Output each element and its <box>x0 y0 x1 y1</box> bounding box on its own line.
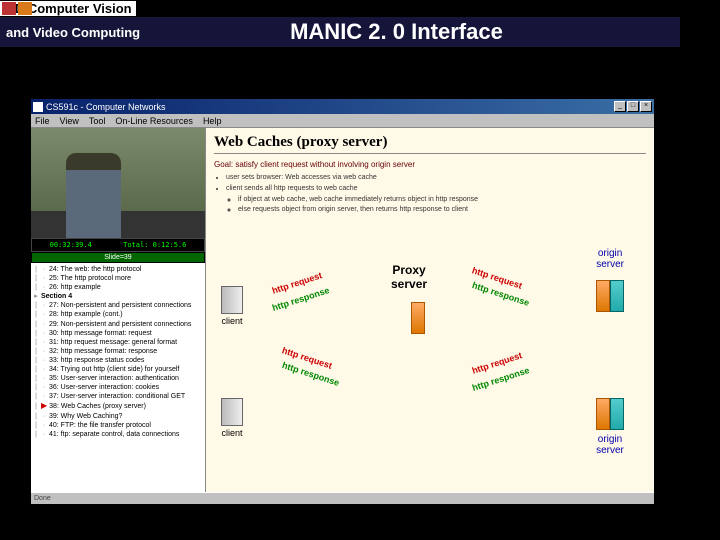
outline-row[interactable]: |·36: User-server interaction: cookies <box>33 383 203 392</box>
outline-row[interactable]: |·37: User-server interaction: condition… <box>33 392 203 401</box>
slide-content: Web Caches (proxy server) Goal: satisfy … <box>206 128 654 492</box>
app-icon <box>33 102 43 112</box>
outline-row[interactable]: |·35: User-server interaction: authentic… <box>33 374 203 383</box>
outline-row[interactable]: |·30: http message format: request <box>33 329 203 338</box>
header-line2: and Video Computing <box>0 25 140 40</box>
outline-row[interactable]: |·34: Trying out http (client side) for … <box>33 365 203 374</box>
menu-view[interactable]: View <box>60 116 79 126</box>
outline-row[interactable]: |·29: Non-persistent and persistent conn… <box>33 320 203 329</box>
outline-row[interactable]: |·32: http message format: response <box>33 347 203 356</box>
origin-label-2: origin server <box>596 434 624 456</box>
left-panel: 00:32:39.4 Total: 0:12:5.6 Slide=39 |·24… <box>31 128 206 492</box>
outline-row[interactable]: |·27: Non-persistent and persistent conn… <box>33 301 203 310</box>
menu-online[interactable]: On-Line Resources <box>115 116 193 126</box>
slide-title: Web Caches (proxy server) <box>206 128 654 156</box>
statusbar: Done <box>31 492 654 504</box>
origin-server-icon <box>610 398 624 430</box>
total-time: Total: 0:12:5.6 <box>123 241 186 249</box>
app-window: CS591c - Computer Networks _ □ × File Vi… <box>30 98 655 493</box>
origin-server-icon <box>610 280 624 312</box>
client-label-2: client <box>221 428 243 438</box>
outline-row[interactable]: |·31: http request message: general form… <box>33 338 203 347</box>
menu-tool[interactable]: Tool <box>89 116 106 126</box>
slide-bullets: user sets browser: Web accesses via web … <box>206 173 654 215</box>
outline-row[interactable]: |·26: http example <box>33 283 203 292</box>
outline-row[interactable]: |·39: Why Web Caching? <box>33 412 203 421</box>
menu-help[interactable]: Help <box>203 116 222 126</box>
proxy-label: Proxyserver <box>391 263 427 291</box>
outline-row[interactable]: |·33: http response status codes <box>33 356 203 365</box>
minimize-button[interactable]: _ <box>614 101 626 112</box>
lecture-video[interactable] <box>31 128 205 238</box>
outline-row[interactable]: |·40: FTP: the file transfer protocol <box>33 421 203 430</box>
client-host-icon <box>221 286 243 314</box>
proxy-diagram: origin server Proxyserver client c <box>206 248 654 492</box>
outline-row[interactable]: |·28: http example (cont.) <box>33 310 203 319</box>
page-title: MANIC 2. 0 Interface <box>290 19 503 45</box>
outline-row[interactable]: |·25: The http protocol more <box>33 274 203 283</box>
titlebar: CS591c - Computer Networks _ □ × <box>31 99 654 114</box>
outline-row[interactable]: |▶38: Web Caches (proxy server) <box>33 401 203 411</box>
client-label-1: client <box>221 316 243 326</box>
maximize-button[interactable]: □ <box>627 101 639 112</box>
window-title: CS591c - Computer Networks <box>46 102 614 112</box>
origin-server-icon <box>596 398 610 430</box>
menu-file[interactable]: File <box>35 116 50 126</box>
slide-indicator: Slide=39 <box>31 252 205 263</box>
slide-goal: Goal: satisfy client request without inv… <box>206 156 654 173</box>
origin-label-1: origin server <box>596 248 624 270</box>
outline-row[interactable]: |·41: ftp: separate control, data connec… <box>33 430 203 439</box>
timecode: 00:32:39.4 <box>50 241 92 249</box>
slide-outline[interactable]: |·24: The web: the http protocol|·25: Th… <box>31 263 205 492</box>
client-host-icon <box>221 398 243 426</box>
video-controls[interactable]: 00:32:39.4 Total: 0:12:5.6 <box>31 238 205 252</box>
outline-row[interactable]: ▸Section 4 <box>33 292 203 301</box>
origin-server-icon <box>596 280 610 312</box>
proxy-server-icon <box>411 302 425 334</box>
menubar: File View Tool On-Line Resources Help <box>31 114 654 128</box>
outline-row[interactable]: |·24: The web: the http protocol <box>33 265 203 274</box>
close-button[interactable]: × <box>640 101 652 112</box>
